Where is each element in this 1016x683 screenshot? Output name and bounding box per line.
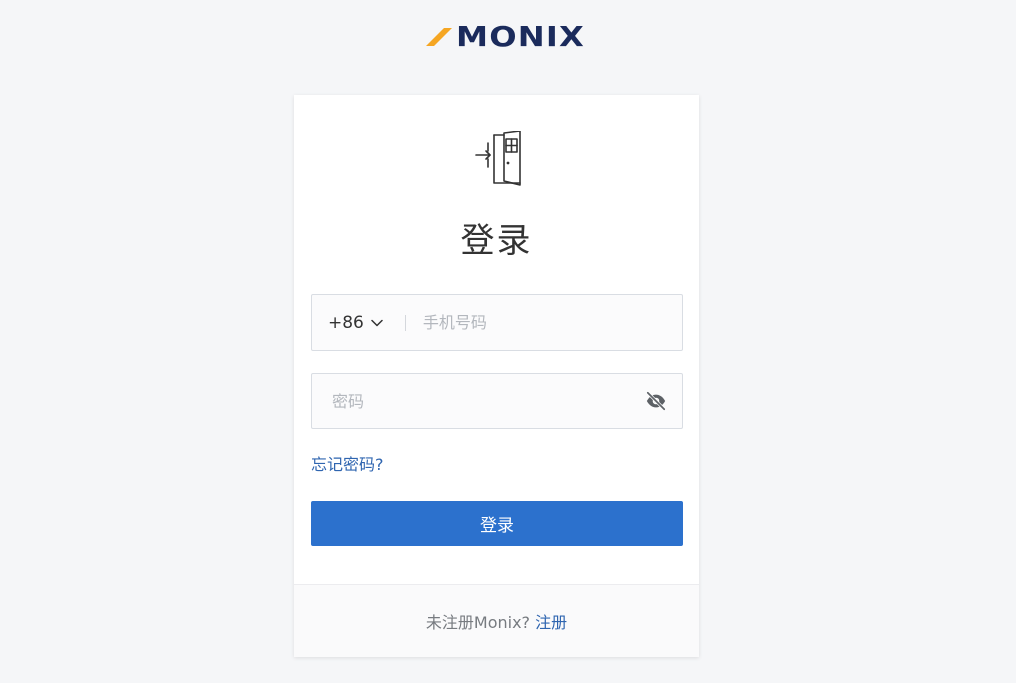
country-code-value: +86 <box>328 312 364 333</box>
eye-off-icon <box>646 391 666 411</box>
forgot-password-link[interactable]: 忘记密码? <box>311 453 384 477</box>
door-enter-icon <box>475 131 521 186</box>
page-title: 登录 <box>460 221 533 261</box>
login-button[interactable]: 登录 <box>311 501 683 546</box>
brand-logo-text: MONIX <box>456 20 585 53</box>
login-card: 登录 +86 忘记密码? 登录 未注册Monix? 注册 <box>294 95 699 657</box>
password-input[interactable] <box>330 373 644 429</box>
card-footer: 未注册Monix? 注册 <box>294 584 699 657</box>
brand-logo-mark <box>426 28 452 46</box>
chevron-down-icon <box>371 319 383 326</box>
register-prompt: 未注册Monix? <box>425 613 531 632</box>
phone-field: +86 <box>311 294 683 351</box>
password-field <box>311 373 683 429</box>
phone-input[interactable] <box>420 294 682 351</box>
brand-logo: MONIX <box>424 23 584 51</box>
field-divider <box>404 314 406 331</box>
password-visibility-toggle[interactable] <box>644 389 668 413</box>
country-code-select[interactable]: +86 <box>312 295 383 350</box>
register-link[interactable]: 注册 <box>535 609 567 633</box>
